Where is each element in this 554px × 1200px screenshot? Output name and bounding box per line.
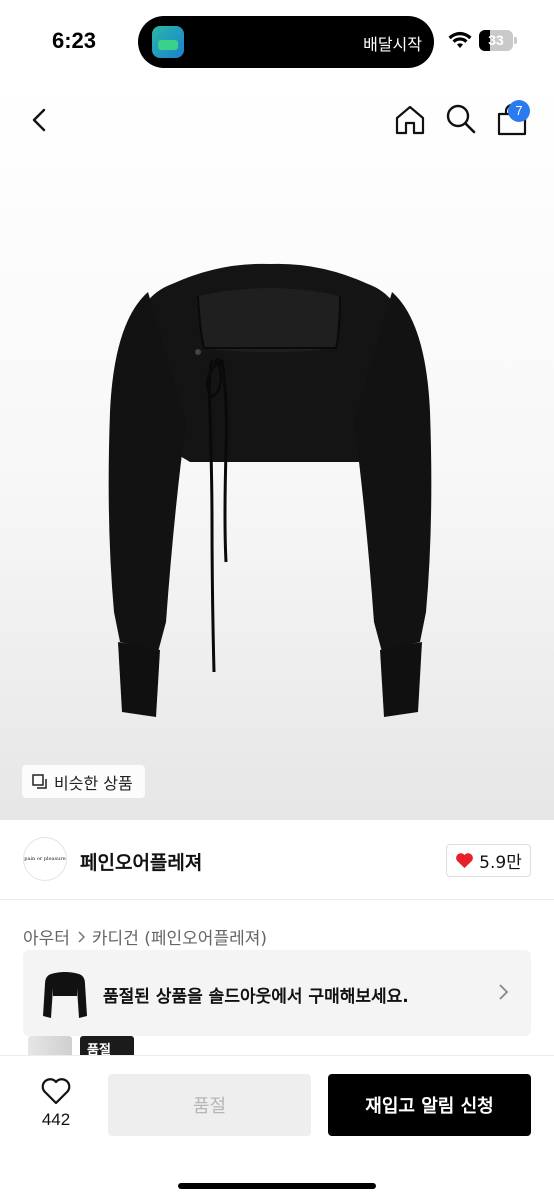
wish-button[interactable]: 442 [30,1074,82,1134]
restock-alert-button[interactable]: 재입고 알림 신청 [328,1074,531,1136]
brand-like-count: 5.9만 [479,853,522,873]
brand-like-button[interactable]: 5.9만 [446,844,531,877]
category-child[interactable]: 카디건 (페인오어플레져) [92,924,267,949]
bottom-action-bar: 442 품절 재입고 알림 신청 [0,1055,554,1200]
product-image-area[interactable]: 7 비슷한 상품 [0,82,554,820]
chevron-right-icon [78,930,85,943]
category-breadcrumb: 아우터 카디건 (페인오어플레져) [23,924,267,949]
related-thumbnail[interactable]: 품절 [80,1036,134,1056]
similar-copy-icon [32,773,47,789]
seller-logo: pain or pleasure [24,856,66,862]
seller-row[interactable]: pain or pleasure 페인오어플레져 5.9만 [0,820,554,900]
status-time: 6:23 [52,28,97,53]
wish-count: 442 [41,1110,71,1129]
wifi-icon [448,31,472,48]
battery-indicator: 33 [479,30,517,51]
category-parent[interactable]: 아우터 [23,924,70,949]
status-bar: 6:23 배달시작 33 [0,0,554,82]
chevron-right-icon [499,984,509,1000]
soldout-promo-banner[interactable]: 품절된 상품을 솔드아웃에서 구매해보세요. [23,950,531,1036]
seller-avatar[interactable]: pain or pleasure [23,837,67,881]
heart-filled-icon [456,853,474,869]
soldout-tag: 품절 [87,1043,111,1056]
banner-product-thumbnail [43,972,87,1018]
product-photo [108,263,432,717]
cart-count-badge: 7 [508,100,530,122]
delivery-app-icon [152,26,184,58]
search-icon[interactable] [444,102,478,136]
soldout-banner-text: 품절된 상품을 솔드아웃에서 구매해보세요. [103,987,409,1007]
similar-products-label: 비슷한 상품 [54,773,133,793]
live-activity-text: 배달시작 [363,35,422,54]
soldout-button[interactable]: 품절 [108,1074,311,1136]
dynamic-island[interactable]: 배달시작 [138,16,434,68]
heart-outline-icon [41,1078,71,1105]
back-icon[interactable] [24,104,56,136]
home-indicator[interactable] [178,1183,376,1189]
related-thumbnail[interactable] [28,1036,72,1056]
home-icon[interactable] [392,102,428,138]
similar-products-button[interactable]: 비슷한 상품 [22,765,145,798]
seller-name[interactable]: 페인오어플레져 [80,848,202,875]
